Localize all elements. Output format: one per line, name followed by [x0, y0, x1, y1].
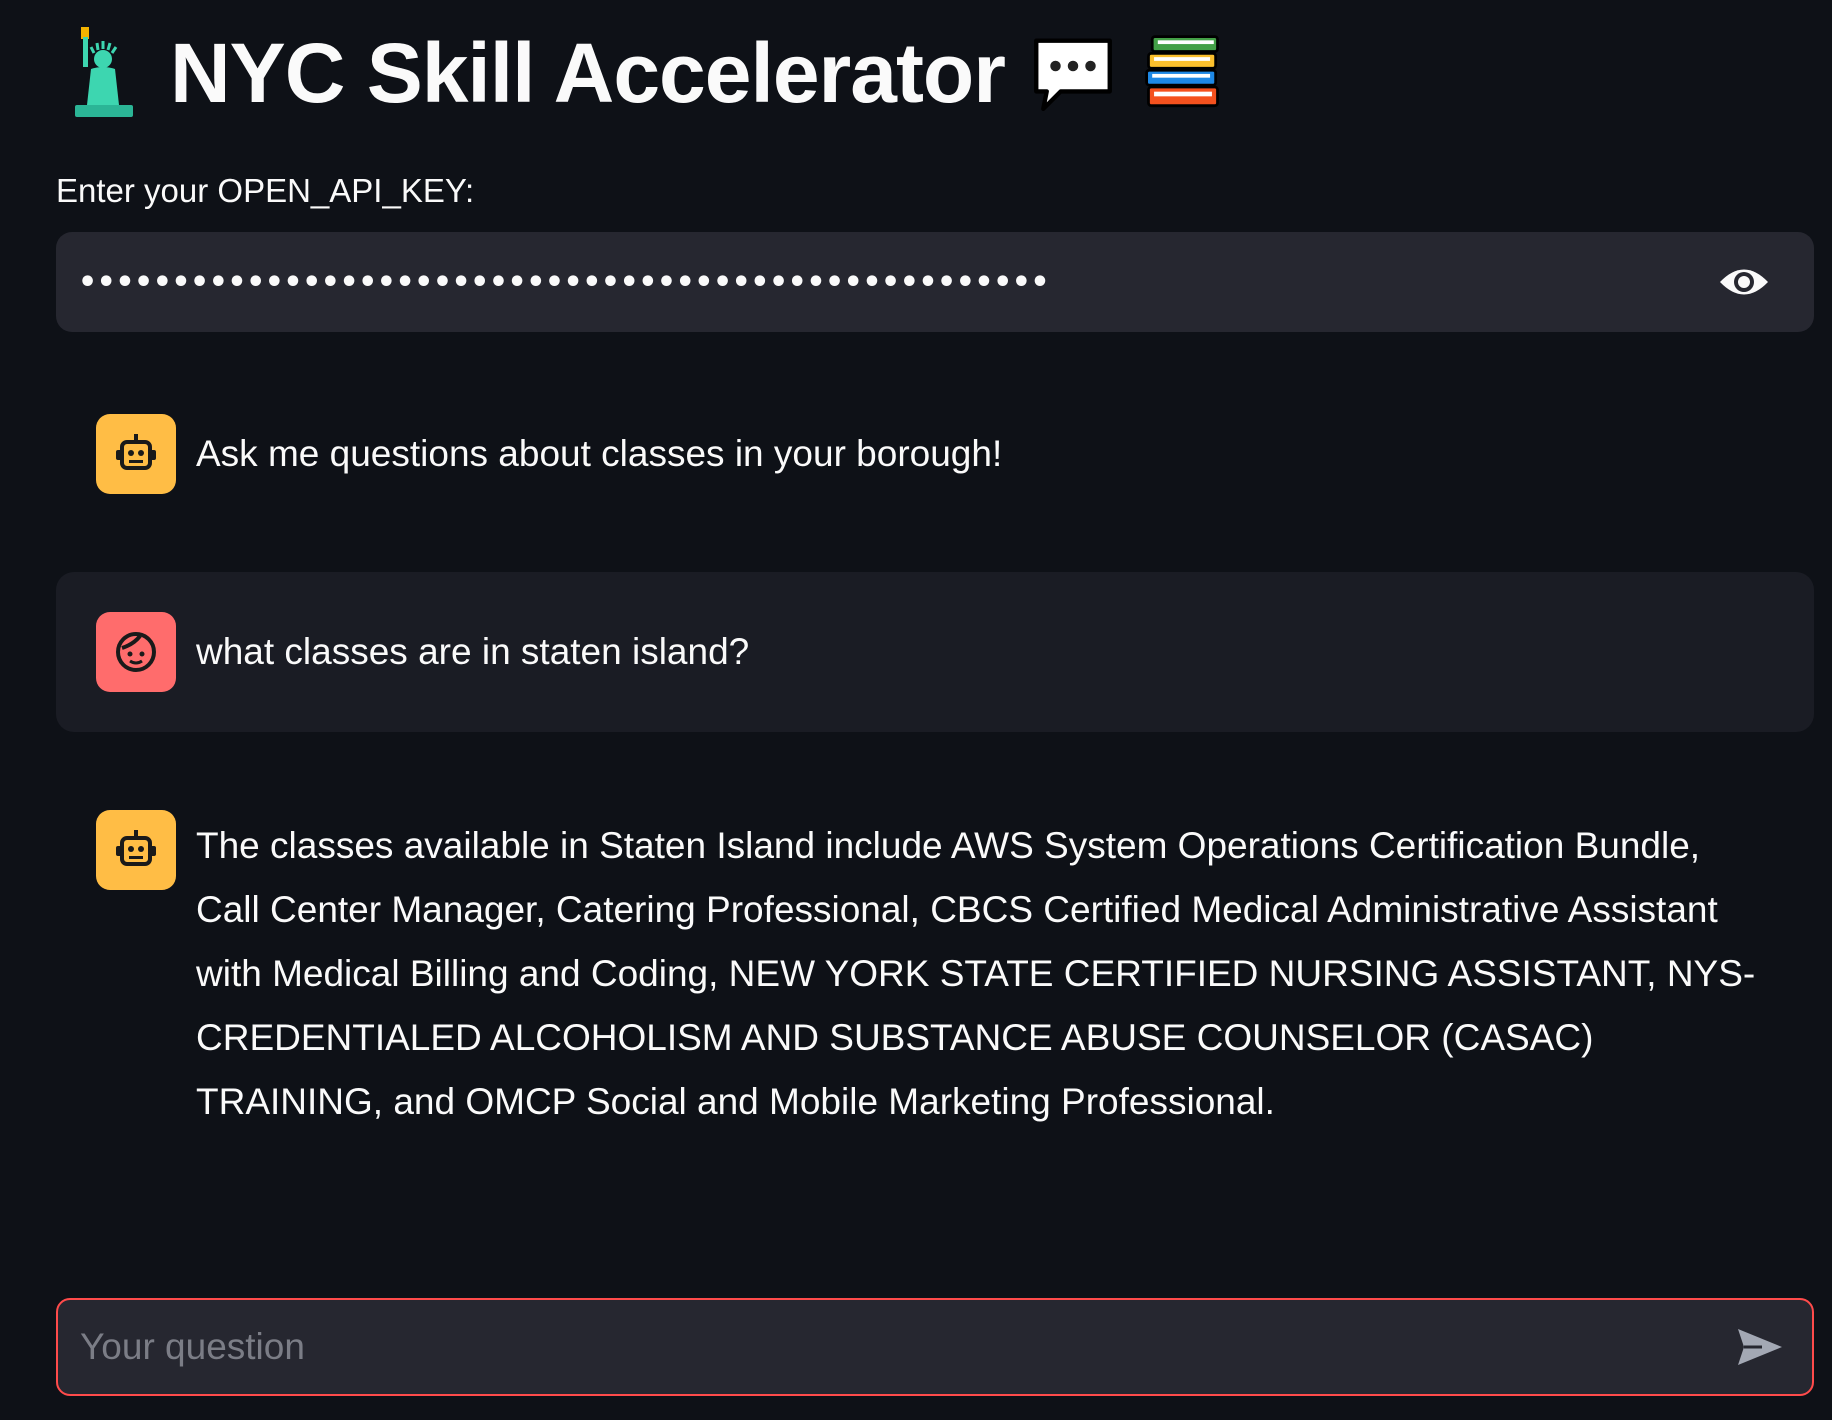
- chat-message-text: The classes available in Staten Island i…: [196, 825, 1756, 1122]
- api-key-label: Enter your OPEN_API_KEY:: [56, 172, 475, 209]
- speech-bubble-icon: [1031, 25, 1115, 121]
- robot-icon: [96, 414, 176, 494]
- send-icon[interactable]: [1728, 1315, 1792, 1379]
- face-icon: [96, 612, 176, 692]
- app-root: NYC Skill Accelerator Enter your OPEN_AP…: [0, 0, 1832, 1420]
- eye-icon[interactable]: [1714, 252, 1774, 312]
- page-header: NYC Skill Accelerator: [60, 18, 1225, 128]
- chat-message-assistant: The classes available in Staten Island i…: [56, 810, 1814, 1134]
- chat-message-text: Ask me questions about classes in your b…: [196, 433, 1003, 474]
- chat-message-assistant: Ask me questions about classes in your b…: [56, 408, 1814, 498]
- robot-icon: [96, 810, 176, 890]
- statue-of-liberty-icon: [60, 25, 144, 121]
- api-key-input[interactable]: ••••••••••••••••••••••••••••••••••••••••…: [56, 232, 1814, 332]
- chat-message-user: what classes are in staten island?: [56, 572, 1814, 732]
- api-key-masked-value[interactable]: ••••••••••••••••••••••••••••••••••••••••…: [78, 265, 1714, 300]
- chat-input-container[interactable]: [56, 1298, 1814, 1396]
- books-icon: [1141, 25, 1225, 121]
- chat-question-input[interactable]: [78, 1325, 1728, 1369]
- chat-message-text: what classes are in staten island?: [196, 631, 750, 672]
- page-title: NYC Skill Accelerator: [170, 25, 1006, 120]
